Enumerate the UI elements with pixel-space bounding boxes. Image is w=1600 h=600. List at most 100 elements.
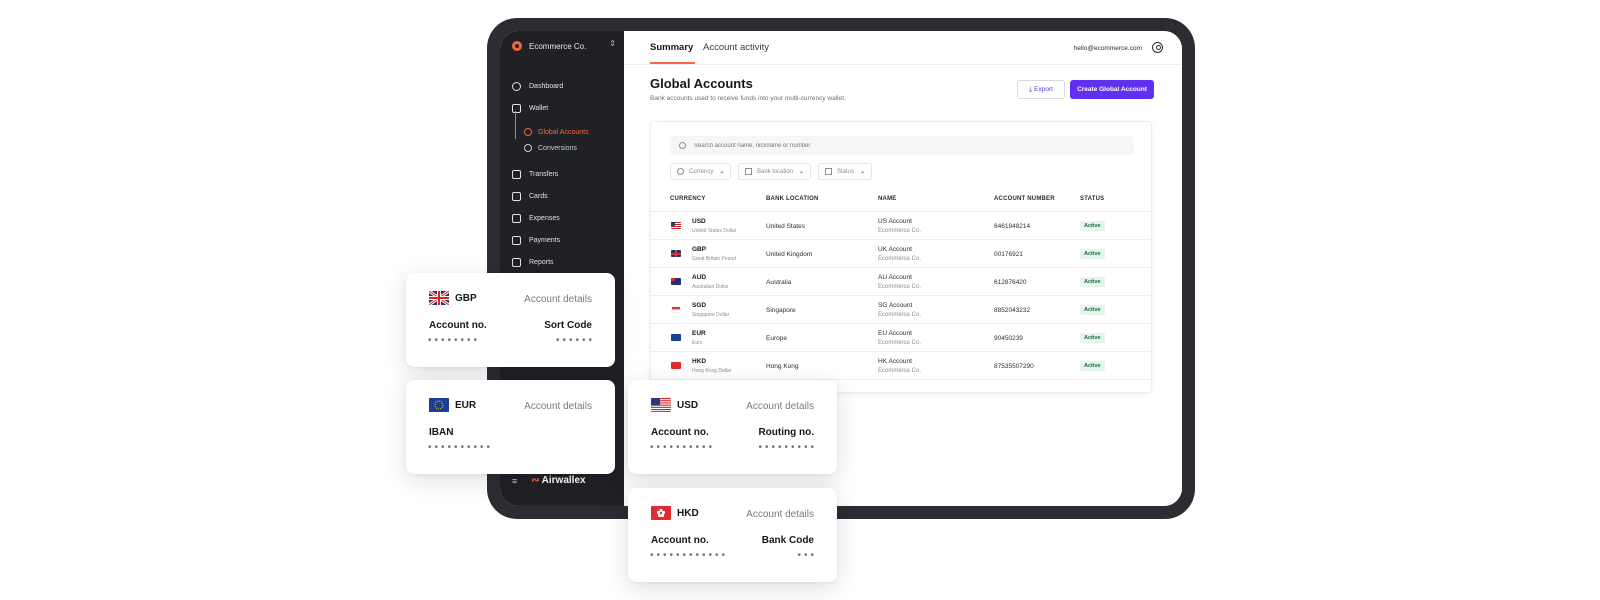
masked-account-no: •••••••••••• <box>650 550 729 561</box>
hk-flag-icon <box>651 506 671 520</box>
export-button[interactable]: ⤓ Export <box>1017 80 1065 99</box>
account-details-link[interactable]: Account details <box>524 401 592 412</box>
account-name: UK Account <box>878 246 912 253</box>
status-badge: Active <box>1080 305 1105 315</box>
search-icon <box>679 142 686 149</box>
search-bar[interactable] <box>670 136 1134 155</box>
sidebar-subitem-label: Conversions <box>538 144 577 152</box>
bank-icon <box>745 168 752 175</box>
subnav-indicator <box>515 111 516 139</box>
currency-code: HKD <box>677 508 699 519</box>
account-details-link[interactable]: Account details <box>524 294 592 305</box>
account-details-link[interactable]: Account details <box>746 509 814 520</box>
sidebar-subitem-conversions[interactable]: Conversions <box>524 144 577 152</box>
status-badge: Active <box>1080 333 1105 343</box>
routing-no-label: Routing no. <box>758 427 814 438</box>
currency-icon <box>677 168 684 175</box>
hkd-account-card[interactable]: HKD Account details Account no. Bank Cod… <box>628 488 837 582</box>
masked-account-no: •••••••••• <box>650 442 716 453</box>
airwallex-logo-icon: ∾ <box>531 475 540 486</box>
eur-account-card[interactable]: EUR Account details IBAN •••••••••• <box>406 380 615 474</box>
wallet-icon <box>512 104 521 113</box>
payments-icon <box>512 236 521 245</box>
uk-flag-icon <box>671 250 681 257</box>
org-name: Ecommerce Co. <box>529 41 587 51</box>
account-no-label: Account no. <box>429 320 487 331</box>
bank-location: Hong Kong <box>766 363 799 370</box>
currency-code: EUR <box>455 400 477 411</box>
sidebar-item-payments[interactable]: Payments <box>512 236 560 245</box>
account-company: Ecommerce Co. <box>878 284 922 290</box>
chevron-updown-icon: ⇕ <box>609 39 616 48</box>
search-input[interactable] <box>694 142 1094 149</box>
org-switcher[interactable]: Ecommerce Co. ⇕ <box>512 39 616 53</box>
account-company: Ecommerce Co. <box>878 312 922 318</box>
cards-icon <box>512 192 521 201</box>
currency-name: United States Dollar <box>692 228 737 234</box>
uk-flag-icon <box>429 291 449 305</box>
sidebar-item-expenses[interactable]: Expenses <box>512 214 560 223</box>
bank-location: Singapore <box>766 307 796 314</box>
account-company: Ecommerce Co. <box>878 340 922 346</box>
sidebar-item-wallet[interactable]: Wallet <box>512 104 548 113</box>
sidebar-item-label: Expenses <box>529 215 560 222</box>
masked-iban: •••••••••• <box>428 442 494 453</box>
table-row[interactable]: SGD Singapore Dollar Singapore SG Accoun… <box>651 296 1153 324</box>
currency-code: AUD <box>692 274 707 281</box>
filter-status[interactable]: Status ⌄ <box>818 163 873 180</box>
user-email: hello@ecommerce.com <box>1073 45 1142 52</box>
table-row[interactable]: HKD Hong Kong Dollar Hong Kong HK Accoun… <box>651 352 1153 380</box>
sidebar-item-transfers[interactable]: Transfers <box>512 170 558 179</box>
tab-account-activity[interactable]: Account activity <box>703 42 769 53</box>
sidebar-item-dashboard[interactable]: Dashboard <box>512 82 563 91</box>
filter-bank-location[interactable]: Bank location ⌄ <box>738 163 812 180</box>
column-header-currency[interactable]: CURRENCY <box>670 196 706 202</box>
user-account-icon[interactable] <box>1152 42 1163 53</box>
table-row[interactable]: AUD Australian Dollar Australia AU Accou… <box>651 268 1153 296</box>
account-number: 87535507290 <box>994 363 1034 370</box>
table-row[interactable]: USD United States Dollar United States U… <box>651 212 1153 240</box>
us-flag-icon <box>671 222 681 229</box>
bank-location: Australia <box>766 279 792 286</box>
currency-code: USD <box>677 400 699 411</box>
create-global-account-button[interactable]: Create Global Account <box>1070 80 1154 99</box>
account-name: SG Account <box>878 302 913 309</box>
bank-location: Europe <box>766 335 787 342</box>
column-header-status[interactable]: STATUS <box>1080 196 1104 202</box>
column-header-name[interactable]: NAME <box>878 196 896 202</box>
sidebar-subitem-global-accounts[interactable]: Global Accounts <box>524 128 589 136</box>
account-details-link[interactable]: Account details <box>746 401 814 412</box>
table-row[interactable]: EUR Euro Europe EU Account Ecommerce Co.… <box>651 324 1153 352</box>
brand-name: Airwallex <box>541 475 586 486</box>
currency-name: Great Britain Pound <box>692 256 736 262</box>
tab-summary[interactable]: Summary <box>650 42 693 53</box>
sidebar-item-label: Payments <box>529 237 561 244</box>
column-header-bank-location[interactable]: BANK LOCATION <box>766 196 818 202</box>
sidebar-item-cards[interactable]: Cards <box>512 192 548 201</box>
currency-name: Australian Dollar <box>692 284 729 290</box>
org-logo-icon <box>512 41 522 51</box>
hamburger-menu-icon[interactable]: ≡ <box>512 476 517 486</box>
currency-name: Singapore Dollar <box>692 312 730 318</box>
filter-currency[interactable]: Currency ⌄ <box>670 163 732 180</box>
table-row[interactable]: GBP Great Britain Pound United Kingdom U… <box>651 240 1153 268</box>
usd-account-card[interactable]: USD Account details Account no. Routing … <box>628 380 837 474</box>
sidebar-item-reports[interactable]: Reports <box>512 258 554 267</box>
us-flag-icon <box>651 398 671 412</box>
sidebar-item-label: Reports <box>529 259 554 266</box>
bank-code-label: Bank Code <box>761 535 814 546</box>
masked-account-no: •••••••• <box>428 335 481 346</box>
account-number: 00176921 <box>994 251 1023 258</box>
sidebar-subitem-label: Global Accounts <box>538 128 589 136</box>
filter-label: Bank location <box>757 168 794 175</box>
account-no-label: Account no. <box>651 427 709 438</box>
account-number: 8461948214 <box>994 223 1031 230</box>
column-header-account-number[interactable]: ACCOUNT NUMBER <box>994 196 1055 202</box>
gbp-account-card[interactable]: GBP Account details Account no. Sort Cod… <box>406 273 615 367</box>
account-name: US Account <box>878 218 912 225</box>
account-name: EU Account <box>878 330 912 337</box>
account-company: Ecommerce Co. <box>878 368 922 374</box>
accounts-panel: Currency ⌄ Bank location ⌄ Status ⌄ CURR… <box>650 121 1153 393</box>
bank-location: United Kingdom <box>766 251 813 258</box>
page-subtitle: Bank accounts used to receive funds into… <box>650 95 846 102</box>
